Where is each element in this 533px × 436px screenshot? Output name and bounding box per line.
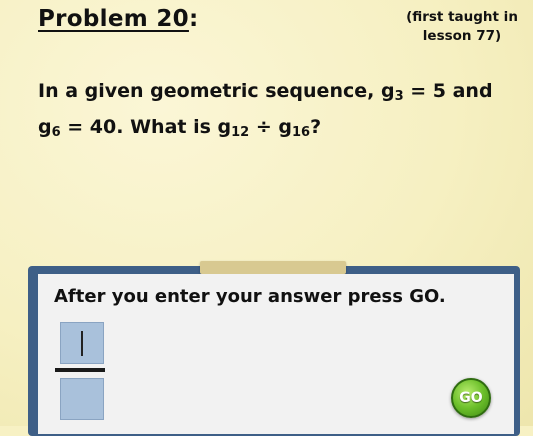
question-part5: ? (310, 116, 322, 138)
lesson-note-line1: (first taught in (406, 9, 518, 25)
question-part1: In a given geometric sequence, g (38, 80, 395, 102)
panel-tab-handle (200, 261, 346, 274)
question-part4: ÷ g (249, 116, 292, 138)
question-sub1: 3 (394, 89, 404, 104)
fraction-bar (55, 368, 105, 372)
question-part3: = 40. What is g (60, 116, 232, 138)
question-sub2: 6 (51, 125, 61, 140)
text-cursor (81, 331, 83, 356)
numerator-input[interactable] (60, 322, 104, 364)
question-text: In a given geometric sequence, g3 = 5 an… (38, 76, 508, 148)
denominator-input[interactable] (60, 378, 104, 420)
lesson-note: (first taught in lesson 77) (392, 8, 532, 46)
question-sub4: 16 (291, 125, 311, 140)
go-button[interactable]: GO (451, 378, 491, 418)
problem-title-text: Problem 20 (38, 6, 189, 32)
answer-prompt: After you enter your answer press GO. (54, 286, 446, 307)
problem-title: Problem 20: (38, 6, 198, 32)
problem-title-colon: : (188, 6, 199, 32)
question-sub3: 12 (231, 125, 250, 140)
lesson-note-line2: lesson 77) (422, 28, 502, 44)
